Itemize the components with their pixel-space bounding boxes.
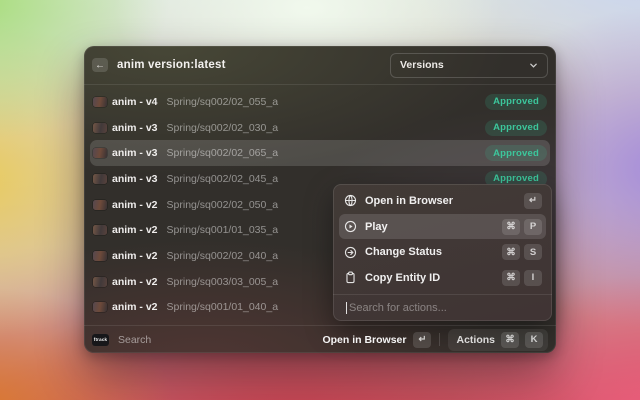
actions-menu-items: Open in Browser↵Play⌘PChange Status⌘SCop… — [333, 184, 552, 291]
item-title: anim - v3 — [112, 173, 158, 185]
primary-action-button[interactable]: Open in Browser ↵ — [322, 332, 431, 348]
enter-key-icon: ↵ — [524, 193, 542, 209]
menu-item-play[interactable]: Play⌘P — [339, 214, 546, 240]
actions-menu: Open in Browser↵Play⌘PChange Status⌘SCop… — [333, 184, 552, 321]
enter-key-icon: ↵ — [413, 332, 431, 348]
footer-divider — [439, 333, 440, 346]
status-badge: Approved — [485, 145, 547, 161]
menu-item-label: Copy Entity ID — [365, 272, 502, 284]
item-title: anim - v2 — [112, 276, 158, 288]
back-button[interactable]: ← — [92, 58, 108, 72]
shortcut-keys: ⌘P — [502, 219, 542, 235]
actions-button[interactable]: Actions ⌘ K — [448, 329, 548, 351]
item-title: anim - v2 — [112, 224, 158, 236]
actions-search-placeholder: Search for actions... — [349, 302, 447, 314]
key-icon: P — [524, 219, 542, 235]
primary-action-label: Open in Browser — [322, 334, 406, 346]
version-thumbnail — [93, 97, 107, 107]
item-title: anim - v3 — [112, 122, 158, 134]
version-thumbnail — [93, 174, 107, 184]
ftrack-logo: ftrack — [92, 334, 109, 346]
shortcut-keys: ⌘I — [502, 270, 542, 286]
launcher-window: ← anim version:latest Versions anim - v4… — [84, 46, 556, 353]
play-circle-icon — [344, 220, 357, 233]
key-icon: S — [524, 244, 542, 260]
versions-dropdown[interactable]: Versions — [390, 53, 548, 78]
cmd-key-icon: ⌘ — [502, 270, 520, 286]
actions-button-label: Actions — [456, 334, 495, 346]
menu-item-label: Change Status — [365, 246, 502, 258]
cmd-key-icon: ⌘ — [502, 219, 520, 235]
item-subtitle: Spring/sq002/02_065_a — [167, 147, 486, 159]
text-caret — [346, 302, 347, 314]
menu-item-label: Open in Browser — [365, 195, 524, 207]
shortcut-keys: ⌘S — [502, 244, 542, 260]
header: ← anim version:latest Versions — [84, 46, 556, 85]
item-title: anim - v3 — [112, 147, 158, 159]
item-title: anim - v4 — [112, 96, 158, 108]
version-thumbnail — [93, 123, 107, 133]
cmd-key-icon: ⌘ — [502, 244, 520, 260]
list-item[interactable]: anim - v3 Spring/sq002/02_030_aApproved — [90, 115, 550, 141]
clipboard-icon — [344, 271, 357, 284]
version-thumbnail — [93, 251, 107, 261]
version-thumbnail — [93, 277, 107, 287]
version-thumbnail — [93, 225, 107, 235]
cmd-key-icon: ⌘ — [501, 332, 519, 348]
item-title: anim - v2 — [112, 301, 158, 313]
menu-item-change-status[interactable]: Change Status⌘S — [339, 239, 546, 265]
footer-search-label[interactable]: Search — [118, 334, 322, 346]
version-thumbnail — [93, 200, 107, 210]
shortcut-keys: ↵ — [524, 193, 542, 209]
menu-item-open-in-browser[interactable]: Open in Browser↵ — [339, 188, 546, 214]
actions-search-input[interactable]: Search for actions... — [333, 295, 552, 322]
item-title: anim - v2 — [112, 199, 158, 211]
version-thumbnail — [93, 302, 107, 312]
item-title: anim - v2 — [112, 250, 158, 262]
globe-icon — [344, 194, 357, 207]
status-badge: Approved — [485, 94, 547, 110]
menu-item-label: Play — [365, 221, 502, 233]
menu-item-copy-entity-id[interactable]: Copy Entity ID⌘I — [339, 265, 546, 291]
list-item[interactable]: anim - v4 Spring/sq002/02_055_aApproved — [90, 89, 550, 115]
key-icon: I — [524, 270, 542, 286]
item-subtitle: Spring/sq002/02_055_a — [167, 96, 486, 108]
footer: ftrack Search Open in Browser ↵ Actions … — [84, 325, 556, 353]
arrow-right-circle-icon — [344, 246, 357, 259]
status-badge: Approved — [485, 120, 547, 136]
list-item[interactable]: anim - v3 Spring/sq002/02_065_aApproved — [90, 140, 550, 166]
k-key-icon: K — [525, 332, 543, 348]
search-query[interactable]: anim version:latest — [117, 59, 390, 71]
versions-dropdown-label: Versions — [400, 59, 529, 71]
version-thumbnail — [93, 148, 107, 158]
chevron-down-icon — [529, 61, 538, 70]
item-subtitle: Spring/sq002/02_030_a — [167, 122, 486, 134]
